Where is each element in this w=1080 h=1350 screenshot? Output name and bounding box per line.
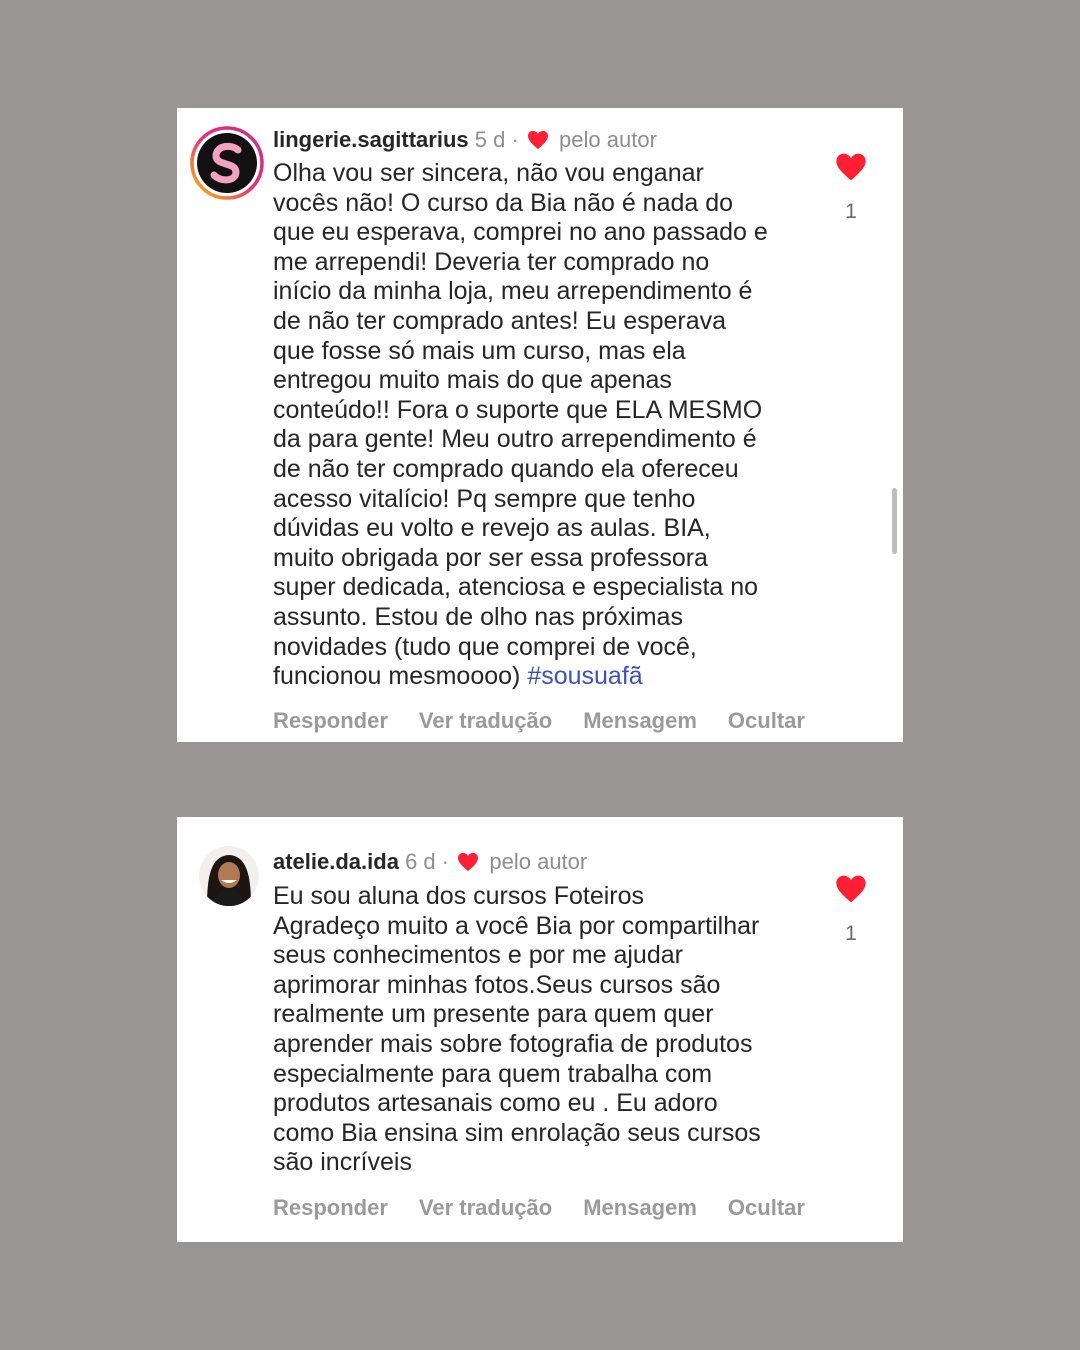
username[interactable]: atelie.da.ida — [273, 849, 399, 874]
heart-filled-icon[interactable] — [835, 152, 867, 182]
hide-button[interactable]: Ocultar — [728, 1195, 805, 1221]
comment-text: Eu sou aluna dos cursos Foteiros Agradeç… — [273, 882, 813, 1178]
separator: · — [441, 849, 450, 874]
like-count: 1 — [845, 200, 857, 223]
avatar-logo-icon[interactable] — [190, 126, 264, 200]
timestamp: 6 d — [405, 849, 436, 874]
avatar-photo[interactable] — [199, 846, 259, 906]
comment-body: Olha vou ser sincera, não vou enganar vo… — [273, 159, 768, 691]
scrollbar[interactable] — [892, 488, 897, 554]
liked-by-author: pelo autor — [559, 127, 657, 152]
username[interactable]: lingerie.sagittarius — [273, 127, 469, 152]
translate-button[interactable]: Ver tradução — [419, 708, 552, 734]
hashtag-link[interactable]: #sousuafã — [527, 662, 642, 690]
separator: · — [511, 127, 519, 152]
hide-button[interactable]: Ocultar — [728, 708, 805, 734]
comment-meta: lingerie.sagittarius 5 d · pelo autor — [273, 126, 657, 154]
comment-meta: atelie.da.ida 6 d · pelo autor — [273, 848, 587, 876]
heart-filled-icon[interactable] — [835, 874, 867, 904]
comment-text: Olha vou ser sincera, não vou enganar vo… — [273, 159, 813, 692]
comment-actions: Responder Ver tradução Mensagem Ocultar — [273, 1195, 836, 1221]
comment-card-1: lingerie.sagittarius 5 d · pelo autor Ol… — [177, 108, 903, 742]
comment-body: Eu sou aluna dos cursos Foteiros Agradeç… — [273, 882, 761, 1177]
reply-button[interactable]: Responder — [273, 708, 388, 734]
message-button[interactable]: Mensagem — [583, 1195, 697, 1221]
like-count: 1 — [845, 922, 857, 945]
comment-card-2: atelie.da.ida 6 d · pelo autor Eu sou al… — [177, 817, 903, 1242]
translate-button[interactable]: Ver tradução — [419, 1195, 552, 1221]
heart-small-icon — [458, 852, 479, 872]
timestamp: 5 d — [474, 127, 506, 152]
reply-button[interactable]: Responder — [273, 1195, 388, 1221]
comment-actions: Responder Ver tradução Mensagem Ocultar — [273, 708, 836, 734]
message-button[interactable]: Mensagem — [583, 708, 697, 734]
liked-by-author: pelo autor — [489, 849, 588, 874]
heart-small-icon — [527, 130, 548, 150]
